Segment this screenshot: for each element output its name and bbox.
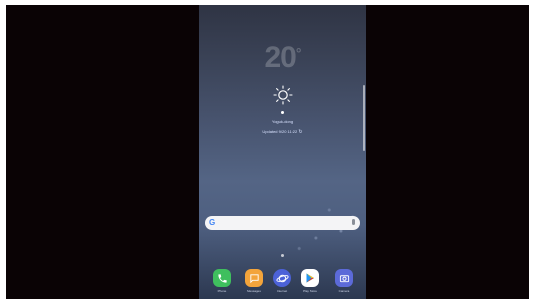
edge-panel-handle[interactable] — [363, 85, 365, 151]
phone-icon — [213, 269, 231, 287]
refresh-icon[interactable]: ↻ — [298, 129, 302, 135]
internet-icon — [273, 269, 291, 287]
dock-app-play-store[interactable]: Play Store — [299, 269, 321, 293]
dock-app-camera[interactable]: Camera — [333, 269, 355, 293]
google-g-icon: G — [209, 218, 216, 227]
app-dock: Phone Messages Internet Play Store Camer… — [199, 269, 366, 299]
app-label: Phone — [217, 289, 227, 293]
app-label: Camera — [338, 289, 350, 293]
dock-app-phone[interactable]: Phone — [211, 269, 233, 293]
dock-app-messages[interactable]: Messages — [243, 269, 265, 293]
temperature-value: 20 — [264, 41, 297, 74]
updated-text: Updated 9/20 11:22 — [262, 129, 298, 134]
weather-location: Yoguk-dong — [271, 119, 294, 124]
app-label: Messages — [247, 289, 261, 293]
weather-temperature[interactable]: 20° — [199, 41, 366, 75]
play-store-icon — [301, 269, 319, 287]
weather-updated: Updated 9/20 11:22 ↻ — [199, 129, 366, 135]
video-frame: 20° Yoguk-dong Updated 9/20 11:22 ↻ G Ph… — [6, 5, 529, 299]
mic-icon[interactable] — [352, 219, 355, 225]
app-label: Internet — [276, 289, 288, 293]
sun-icon — [273, 85, 293, 105]
messages-icon — [245, 269, 263, 287]
camera-icon — [335, 269, 353, 287]
dock-app-internet[interactable]: Internet — [271, 269, 293, 293]
page-indicator — [281, 254, 284, 257]
app-label: Play Store — [303, 289, 317, 293]
degree-symbol: ° — [295, 45, 302, 61]
phone-home-screen: 20° Yoguk-dong Updated 9/20 11:22 ↻ G Ph… — [199, 5, 366, 299]
google-search-bar[interactable]: G — [205, 216, 360, 230]
location-pin-icon — [281, 111, 284, 114]
